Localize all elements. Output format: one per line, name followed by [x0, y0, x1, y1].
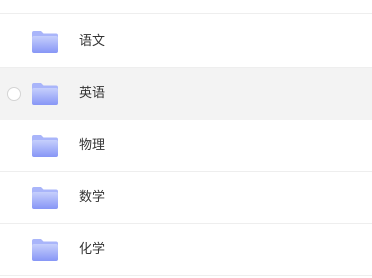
- list-item-folder-yuwen[interactable]: 语文: [0, 16, 372, 68]
- list-item-folder-yingyu[interactable]: 英语: [0, 68, 372, 120]
- folder-label: 英语: [79, 86, 106, 101]
- folder-icon: [31, 134, 59, 158]
- folder-label: 化学: [79, 242, 106, 257]
- select-radio[interactable]: [7, 87, 21, 101]
- folder-icon: [31, 30, 59, 54]
- list-item-folder-huaxue[interactable]: 化学: [0, 224, 372, 276]
- folder-label: 数学: [79, 190, 106, 205]
- folder-label: 语文: [79, 34, 106, 49]
- folder-icon: [31, 186, 59, 210]
- folder-label: 物理: [79, 138, 106, 153]
- list-item-folder-shuxue[interactable]: 数学: [0, 172, 372, 224]
- list-item-folder-wuli[interactable]: 物理: [0, 120, 372, 172]
- list-item-partial: [0, 0, 372, 14]
- folder-icon: [31, 238, 59, 262]
- folder-list: 语文 英语 物理 数学 化学: [0, 0, 372, 278]
- folder-icon: [31, 82, 59, 106]
